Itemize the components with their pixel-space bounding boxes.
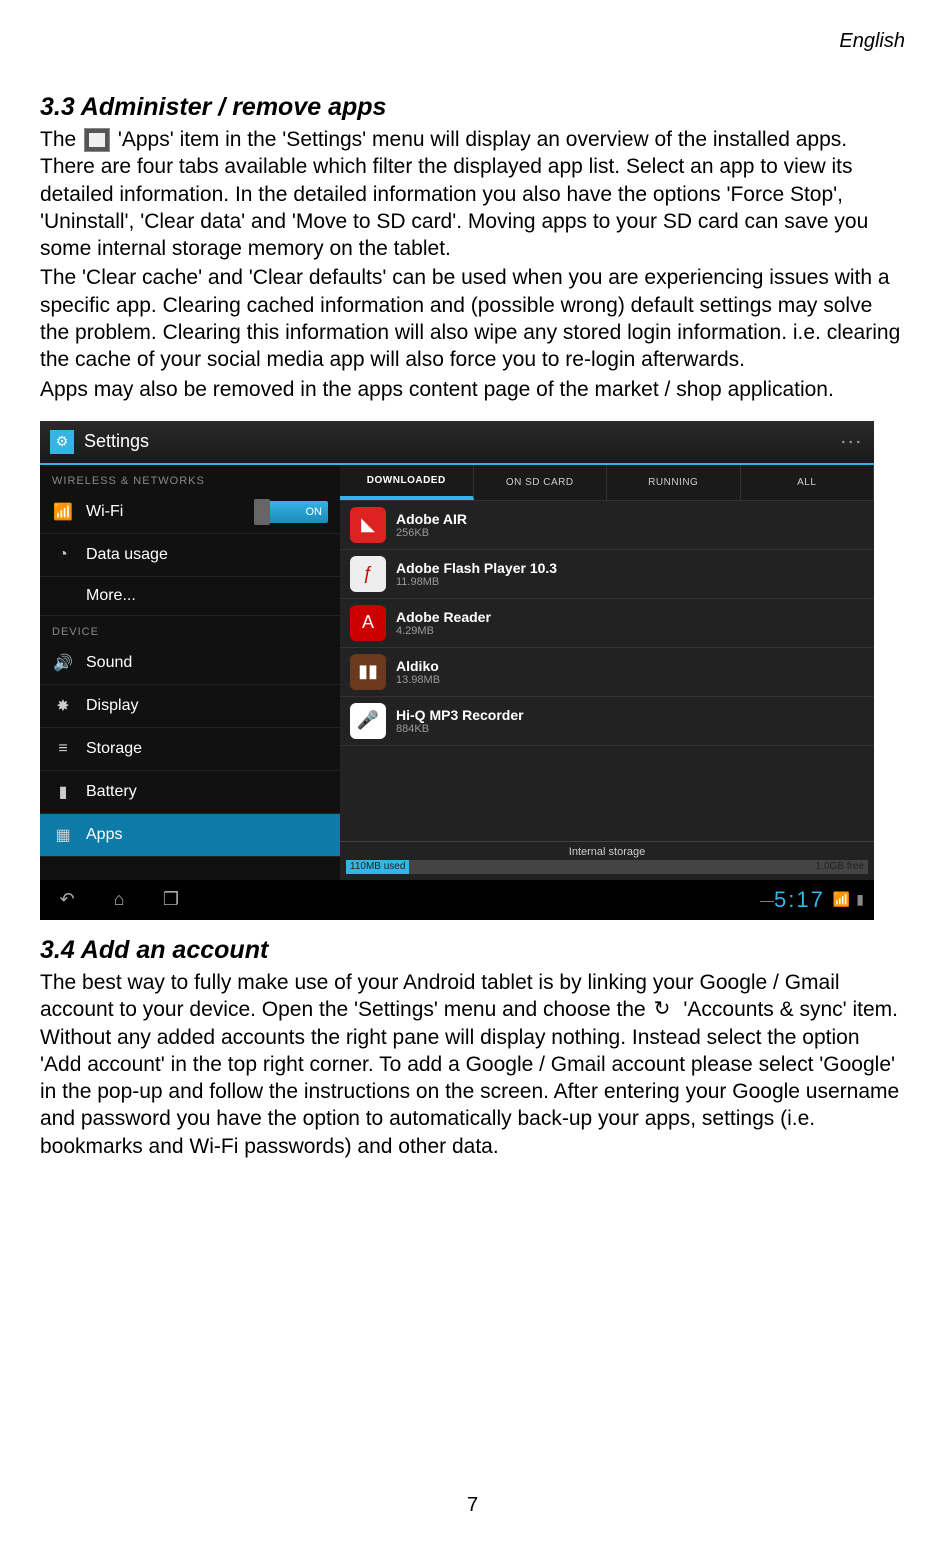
clock: 5:17 xyxy=(774,887,825,913)
section-3-4-body: The best way to fully make use of your A… xyxy=(40,969,905,1160)
section-3-3-title: 3.3 Administer / remove apps xyxy=(40,93,905,122)
sidebar-item-label: Battery xyxy=(86,783,328,801)
sidebar-item-label: Display xyxy=(86,697,328,715)
sidebar-item-label: Apps xyxy=(86,826,328,844)
app-list: ◣Adobe AIR256KBƒAdobe Flash Player 10.31… xyxy=(340,501,874,841)
battery-status-icon: ▮ xyxy=(856,891,864,908)
battery-icon: ▮ xyxy=(52,781,74,803)
app-size: 884KB xyxy=(396,723,524,735)
text-fragment: 'Accounts & sync' item. Without any adde… xyxy=(40,998,899,1157)
storage-icon: ≡ xyxy=(52,738,74,760)
storage-free-label: 1.0GB free xyxy=(816,861,864,872)
app-row[interactable]: 🎤 Hi-Q MP3 Recorder884KB xyxy=(340,697,874,746)
sync-icon: ↻ xyxy=(654,999,676,1023)
tab-downloaded[interactable]: DOWNLOADED xyxy=(340,465,474,500)
system-navbar: ↶ ⌂ ❐ — 5:17 📶 ▮ xyxy=(40,880,874,920)
apps-tabs: DOWNLOADED ON SD CARD RUNNING ALL xyxy=(340,465,874,501)
app-row[interactable]: A Adobe Reader4.29MB xyxy=(340,599,874,648)
settings-icon: ⚙ xyxy=(50,430,74,454)
apps-icon: ▦ xyxy=(52,824,74,846)
settings-screenshot: ⚙ Settings ⋮ WIRELESS & NETWORKS 📶 Wi-Fi… xyxy=(40,421,874,920)
app-icon: ƒ xyxy=(350,556,386,592)
sidebar-item-label: More... xyxy=(86,587,328,605)
app-icon: A xyxy=(350,605,386,641)
sidebar-item-label: Storage xyxy=(86,740,328,758)
app-icon: ◣ xyxy=(350,507,386,543)
back-button[interactable]: ↶ xyxy=(50,888,84,912)
app-size: 4.29MB xyxy=(396,625,491,637)
app-row[interactable]: ◣ Adobe AIR256KB xyxy=(340,501,874,550)
settings-sidebar: WIRELESS & NETWORKS 📶 Wi-Fi ON ◔ Data us… xyxy=(40,465,340,880)
sidebar-item-label: Data usage xyxy=(86,546,328,564)
app-icon: 🎤 xyxy=(350,703,386,739)
app-row[interactable]: ▮▮ Aldiko13.98MB xyxy=(340,648,874,697)
sidebar-item-more[interactable]: More... xyxy=(40,577,340,616)
sidebar-item-label: Wi-Fi xyxy=(86,503,268,521)
sidebar-section-device: DEVICE xyxy=(40,616,340,642)
apps-pane: DOWNLOADED ON SD CARD RUNNING ALL ◣ Adobe… xyxy=(340,465,874,880)
settings-body: WIRELESS & NETWORKS 📶 Wi-Fi ON ◔ Data us… xyxy=(40,465,874,880)
tab-all[interactable]: ALL xyxy=(741,465,875,500)
wifi-icon: 📶 xyxy=(52,501,74,523)
sidebar-item-storage[interactable]: ≡ Storage xyxy=(40,728,340,771)
overflow-menu-icon[interactable]: ⋮ xyxy=(838,431,864,453)
apps-icon xyxy=(84,128,110,152)
home-button[interactable]: ⌂ xyxy=(102,888,136,912)
sidebar-item-sound[interactable]: 🔊 Sound xyxy=(40,642,340,685)
text-fragment: The xyxy=(40,128,82,151)
storage-title: Internal storage xyxy=(346,846,868,858)
sidebar-item-apps[interactable]: ▦ Apps xyxy=(40,814,340,857)
text-fragment: 'Apps' item in the 'Settings' menu will … xyxy=(40,128,868,260)
app-icon: ▮▮ xyxy=(350,654,386,690)
settings-header: ⚙ Settings ⋮ xyxy=(40,421,874,465)
sound-icon: 🔊 xyxy=(52,652,74,674)
storage-used-label: 110MB used xyxy=(350,861,405,872)
tab-on-sd-card[interactable]: ON SD CARD xyxy=(474,465,608,500)
sidebar-item-battery[interactable]: ▮ Battery xyxy=(40,771,340,814)
app-row[interactable]: ƒ Adobe Flash Player 10.311.98MB xyxy=(340,550,874,599)
sidebar-item-label: Sound xyxy=(86,654,328,672)
recents-button[interactable]: ❐ xyxy=(154,888,188,912)
tab-running[interactable]: RUNNING xyxy=(607,465,741,500)
section-3-4-title: 3.4 Add an account xyxy=(40,936,905,965)
app-name: Adobe AIR xyxy=(396,511,467,527)
app-size: 13.98MB xyxy=(396,674,440,686)
page-number: 7 xyxy=(0,1494,945,1517)
paragraph: The 'Clear cache' and 'Clear defaults' c… xyxy=(40,264,905,373)
paragraph: Apps may also be removed in the apps con… xyxy=(40,376,905,403)
sidebar-section-wireless: WIRELESS & NETWORKS xyxy=(40,465,340,491)
app-name: Hi-Q MP3 Recorder xyxy=(396,707,524,723)
app-size: 256KB xyxy=(396,527,467,539)
sidebar-item-data-usage[interactable]: ◔ Data usage xyxy=(40,534,340,577)
language-header: English xyxy=(40,30,905,53)
storage-bar: 110MB used 1.0GB free xyxy=(346,860,868,874)
status-minus-icon: — xyxy=(760,892,774,908)
sidebar-item-wifi[interactable]: 📶 Wi-Fi ON xyxy=(40,491,340,534)
wifi-status-icon: 📶 xyxy=(833,891,850,908)
display-icon: ✸ xyxy=(52,695,74,717)
app-size: 11.98MB xyxy=(396,576,557,588)
app-name: Aldiko xyxy=(396,658,440,674)
storage-summary: Internal storage 110MB used 1.0GB free xyxy=(340,841,874,880)
app-name: Adobe Flash Player 10.3 xyxy=(396,560,557,576)
sidebar-item-display[interactable]: ✸ Display xyxy=(40,685,340,728)
settings-title: Settings xyxy=(84,431,838,452)
section-3-3-body: The 'Apps' item in the 'Settings' menu w… xyxy=(40,126,905,403)
wifi-toggle[interactable]: ON xyxy=(268,501,328,523)
data-usage-icon: ◔ xyxy=(52,544,74,566)
app-name: Adobe Reader xyxy=(396,609,491,625)
